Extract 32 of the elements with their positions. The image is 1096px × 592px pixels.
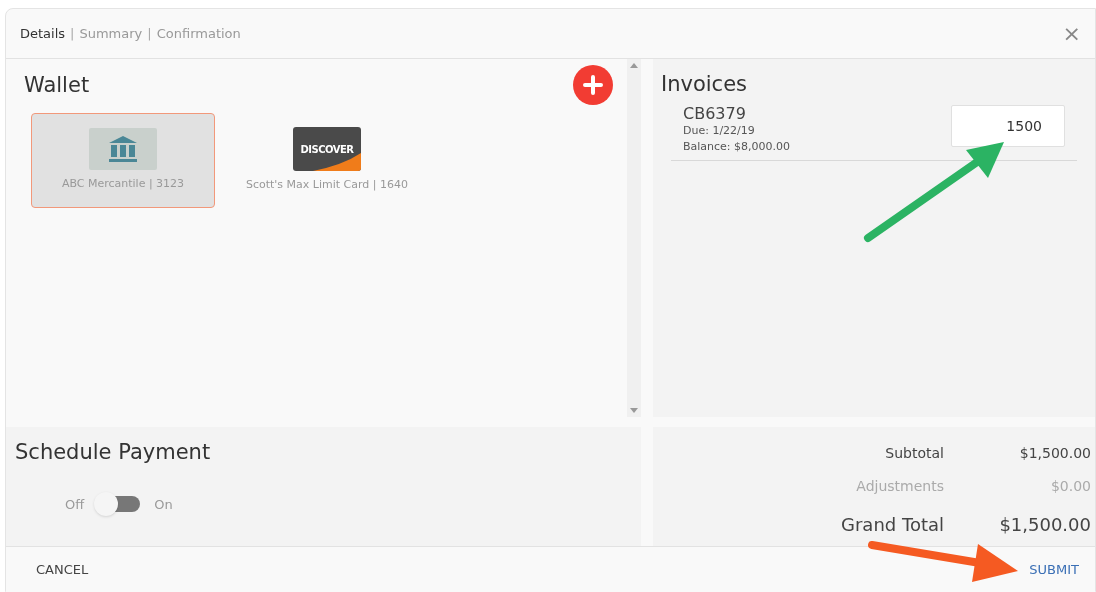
bank-icon <box>109 136 137 163</box>
payment-method[interactable]: DISCOVER Scott's Max Limit Card | 1640 <box>235 113 419 208</box>
total-label: Subtotal <box>885 444 944 463</box>
off-label: Off <box>65 495 85 514</box>
schedule-title: Schedule Payment <box>15 439 212 466</box>
close-button[interactable]: × <box>1062 22 1081 45</box>
total-label: Adjustments <box>856 477 944 496</box>
total-label: Grand Total <box>841 513 944 537</box>
step-tab[interactable]: Confirmation <box>156 23 241 44</box>
method-label: ABC Mercantile | 3123 <box>61 176 185 193</box>
scroll-down-icon[interactable] <box>630 408 638 413</box>
amount-field[interactable]: 1500 <box>951 104 1065 147</box>
invoice-number: CB6379 <box>683 104 747 123</box>
add-button[interactable] <box>573 65 613 105</box>
total-value: $0.00 <box>1049 477 1091 496</box>
cancel-button[interactable]: CANCEL <box>36 559 89 580</box>
submit-button[interactable]: SUBMIT <box>1029 559 1079 580</box>
step-tab[interactable]: Details <box>20 23 66 44</box>
on-label: On <box>154 495 173 514</box>
step-separator: | <box>70 24 75 43</box>
total-value: $1,500.00 <box>1018 444 1091 463</box>
total-value: $1,500.00 <box>998 513 1091 537</box>
invoice-balance: Balance: $8,000.00 <box>683 138 791 155</box>
step-separator: | <box>147 24 152 43</box>
invoices-title: Invoices <box>661 71 749 98</box>
wallet-title: Wallet <box>24 72 90 100</box>
plus-icon <box>583 75 603 95</box>
method-label: Scott's Max Limit Card | 1640 <box>245 177 409 194</box>
card-logo: DISCOVER <box>293 127 361 172</box>
step-tab[interactable]: Summary <box>79 23 143 44</box>
invoice-due: Due: 1/22/19 <box>683 122 756 139</box>
scroll-up-icon[interactable] <box>630 63 638 68</box>
